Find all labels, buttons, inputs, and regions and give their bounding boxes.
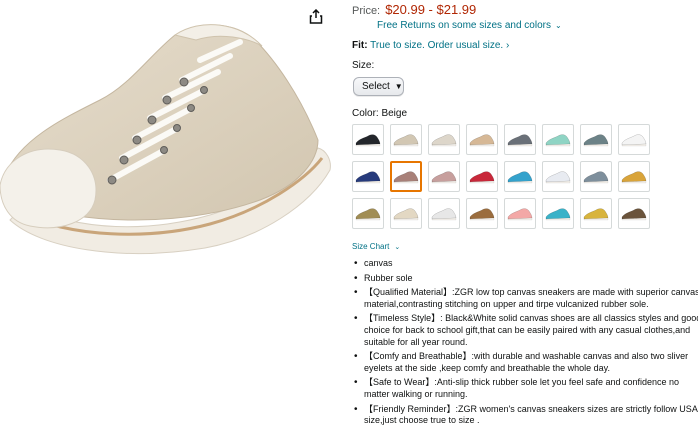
- shoe-thumbnail: [393, 170, 419, 183]
- shoe-illustration: [0, 24, 331, 254]
- feature-bullet: 【Safe to Wear】:Anti-slip thick rubber so…: [354, 377, 698, 400]
- color-swatch[interactable]: [466, 161, 498, 192]
- feature-bullet: Rubber sole: [354, 273, 698, 285]
- chevron-down-icon: ▼: [394, 82, 403, 91]
- fit-label: Fit:: [352, 40, 368, 51]
- shoe-thumbnail: [469, 133, 495, 146]
- share-button[interactable]: [306, 6, 326, 26]
- color-swatch[interactable]: [352, 198, 384, 229]
- fit-value: True to size. Order usual size. ›: [370, 40, 510, 51]
- shoe-thumbnail: [507, 133, 533, 146]
- chevron-down-icon: ⌄: [394, 244, 401, 251]
- shoe-thumbnail: [355, 133, 381, 146]
- size-select[interactable]: Select ▼: [353, 77, 404, 96]
- color-swatch[interactable]: [542, 161, 574, 192]
- size-label: Size:: [352, 60, 375, 71]
- price-label: Price:: [352, 5, 381, 17]
- color-swatch[interactable]: [352, 124, 384, 155]
- shoe-thumbnail: [621, 207, 647, 220]
- shoe-thumbnail: [545, 133, 571, 146]
- toe-cap: [0, 148, 97, 229]
- shoe-thumbnail: [355, 170, 381, 183]
- color-label: Color: Beige: [352, 108, 408, 119]
- color-swatch[interactable]: [580, 198, 612, 229]
- color-swatch[interactable]: [504, 161, 536, 192]
- color-swatch[interactable]: [428, 124, 460, 155]
- shoe-thumbnail: [621, 170, 647, 183]
- color-swatch[interactable]: [428, 161, 460, 192]
- color-swatch[interactable]: [542, 198, 574, 229]
- color-swatch[interactable]: [580, 161, 612, 192]
- size-chart-label: Size Chart: [352, 242, 390, 251]
- feature-bullet: 【Timeless Style】: Black&White solid canv…: [354, 313, 698, 348]
- color-swatch[interactable]: [466, 198, 498, 229]
- free-returns-text: Free Returns on some sizes and colors: [377, 20, 551, 31]
- feature-bullet: 【Qualified Material】:ZGR low top canvas …: [354, 287, 698, 310]
- color-swatch[interactable]: [618, 124, 650, 155]
- shoe-thumbnail: [507, 207, 533, 220]
- color-swatch[interactable]: [466, 124, 498, 155]
- color-swatch[interactable]: [618, 161, 650, 192]
- shoe-thumbnail: [393, 207, 419, 220]
- product-image[interactable]: [0, 0, 336, 284]
- feature-bullet: 【Friendly Reminder】:ZGR women's canvas s…: [354, 404, 698, 427]
- price-value: $20.99 - $21.99: [385, 2, 477, 17]
- product-details: Price: $20.99 - $21.99 Free Returns on s…: [352, 0, 698, 444]
- color-swatch[interactable]: [390, 198, 422, 229]
- free-returns-link[interactable]: Free Returns on some sizes and colors ⌄: [377, 20, 562, 31]
- fit-info[interactable]: Fit: True to size. Order usual size. ›: [352, 40, 509, 51]
- shoe-thumbnail: [545, 207, 571, 220]
- shoe-thumbnail: [393, 133, 419, 146]
- shoe-thumbnail: [583, 207, 609, 220]
- shoe-thumbnail: [469, 207, 495, 220]
- color-swatch[interactable]: [504, 124, 536, 155]
- shoe-thumbnail: [355, 207, 381, 220]
- shoe-thumbnail: [583, 170, 609, 183]
- chevron-down-icon: ⌄: [554, 21, 562, 30]
- shoe-thumbnail: [507, 170, 533, 183]
- color-swatch[interactable]: [542, 124, 574, 155]
- color-swatch[interactable]: [352, 161, 384, 192]
- color-swatch[interactable]: [428, 198, 460, 229]
- color-swatch[interactable]: [618, 198, 650, 229]
- feature-bullet: 【Comfy and Breathable】:with durable and …: [354, 351, 698, 374]
- price-row: Price: $20.99 - $21.99: [352, 2, 476, 17]
- size-chart-link[interactable]: Size Chart ⌄: [352, 242, 400, 251]
- color-swatch[interactable]: [504, 198, 536, 229]
- color-swatch[interactable]: [390, 124, 422, 155]
- color-swatches: [352, 124, 658, 229]
- color-swatch[interactable]: [390, 161, 422, 192]
- feature-bullet: canvas: [354, 258, 698, 270]
- shoe-thumbnail: [431, 133, 457, 146]
- size-select-value: Select: [362, 81, 390, 92]
- shoe-thumbnail: [583, 133, 609, 146]
- shoe-thumbnail: [621, 133, 647, 146]
- shoe-thumbnail: [431, 170, 457, 183]
- shoe-thumbnail: [431, 207, 457, 220]
- color-swatch[interactable]: [580, 124, 612, 155]
- shoe-thumbnail: [469, 170, 495, 183]
- share-icon: [309, 8, 323, 24]
- feature-bullets: canvas Rubber sole 【Qualified Material】:ZG…: [352, 258, 698, 430]
- shoe-thumbnail: [545, 170, 571, 183]
